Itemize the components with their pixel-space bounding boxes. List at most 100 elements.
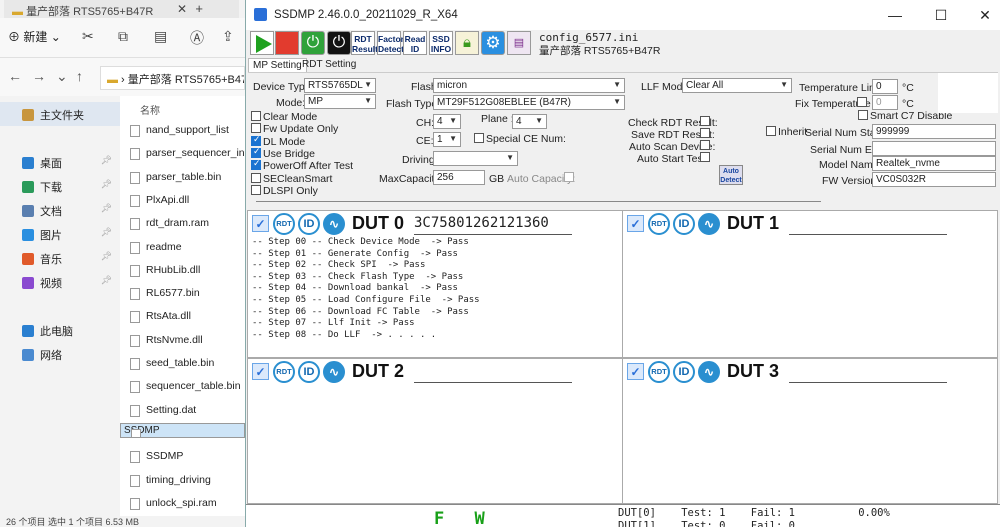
model-name-input[interactable]: Realtek_nvme	[872, 156, 996, 171]
chevron-down-icon[interactable]: ⌄	[56, 68, 68, 85]
fw-version-input[interactable]: VC0S032R	[872, 172, 996, 187]
inherit-checkbox[interactable]: Inherit	[766, 126, 807, 138]
special-ce-checkbox[interactable]: Special CE Num:	[474, 133, 566, 145]
id-icon[interactable]: ID	[298, 213, 320, 235]
file-row[interactable]: PlxApi.dll	[120, 190, 245, 213]
option-checkbox-5[interactable]: SECleanSmart	[251, 172, 332, 185]
id-icon[interactable]: ID	[298, 361, 320, 383]
llf-mode-select[interactable]: Clear All ▼	[682, 78, 792, 93]
waveform-icon[interactable]: ∿	[698, 213, 720, 235]
share-icon[interactable]: ⇪	[222, 28, 234, 45]
forward-arrow-icon[interactable]: →	[32, 68, 46, 84]
device-type-select[interactable]: RTS5765DL ▼	[304, 78, 376, 93]
waveform-icon[interactable]: ∿	[698, 361, 720, 383]
id-icon[interactable]: ID	[673, 361, 695, 383]
file-row[interactable]: SSDMP	[120, 422, 245, 438]
id-icon[interactable]: ID	[673, 213, 695, 235]
file-row[interactable]: nand_support_list	[120, 120, 245, 143]
file-row[interactable]: RHubLib.dll	[120, 260, 245, 283]
checkbox-icon[interactable]: ✓	[627, 215, 644, 232]
nav-item-5[interactable]: 音乐 📌︎	[0, 246, 120, 270]
temperature-limit-input[interactable]: 0	[872, 79, 898, 94]
serial-start-input[interactable]: 999999	[872, 124, 996, 139]
nav-item-7[interactable]: 此电脑	[0, 318, 120, 342]
fix-temperature-input[interactable]: 0	[872, 95, 898, 110]
paste-icon[interactable]: ▤	[154, 28, 167, 45]
max-capacity-input[interactable]: 256	[433, 170, 485, 185]
ch-select[interactable]: 4 ▼	[433, 114, 461, 129]
minimize-button[interactable]: —	[881, 5, 909, 25]
option-checkbox-3[interactable]: Use Bridge	[251, 146, 315, 160]
waveform-icon[interactable]: ∿	[323, 361, 345, 383]
check-rdt-checkbox[interactable]	[700, 116, 712, 128]
save-rdt-checkbox[interactable]	[700, 128, 712, 140]
ce-select[interactable]: 1 ▼	[433, 132, 461, 147]
address-input[interactable]: ▬ › 量产部落 RTS5765+B47R	[100, 66, 245, 90]
file-row[interactable]: RtsAta.dll	[120, 306, 245, 329]
bin-file-icon[interactable]: ▤	[507, 31, 531, 55]
explorer-tab[interactable]: ▬ 量产部落 RTS5765+B47R ✕ +	[4, 0, 239, 18]
option-checkbox-6[interactable]: DLSPI Only	[251, 184, 318, 197]
power-off-icon[interactable]: ⏻	[327, 31, 351, 55]
checkbox-icon[interactable]: ✓	[252, 215, 269, 232]
nav-item-3[interactable]: 文档 📌︎	[0, 198, 120, 222]
rdt-icon[interactable]: RDT	[273, 213, 295, 235]
start-button[interactable]	[250, 31, 274, 55]
power-on-icon[interactable]: ⏻	[301, 31, 325, 55]
option-checkbox-1[interactable]: Fw Update Only	[251, 123, 338, 135]
file-row[interactable]: RL6577.bin	[120, 283, 245, 306]
nav-item-0[interactable]: 主文件夹	[0, 102, 120, 126]
option-checkbox-4[interactable]: PowerOff After Test	[251, 158, 353, 172]
nav-item-1[interactable]: 桌面 📌︎	[0, 150, 120, 174]
rename-icon[interactable]: Ⓐ	[190, 28, 204, 48]
gear-icon[interactable]: ⚙	[481, 31, 505, 55]
new-button[interactable]: ⊕ 新建 ⌄	[8, 28, 61, 45]
nav-item-8[interactable]: 网络	[0, 342, 120, 366]
close-icon[interactable]: ✕	[177, 2, 187, 16]
auto-scan-checkbox[interactable]	[700, 140, 712, 152]
file-row[interactable]: timing_driving	[120, 470, 245, 493]
close-button[interactable]: ✕	[971, 5, 999, 25]
auto-detect-button[interactable]: Auto Detect	[719, 165, 743, 185]
file-row[interactable]: sequencer_table.bin	[120, 376, 245, 399]
waveform-icon[interactable]: ∿	[323, 213, 345, 235]
back-arrow-icon[interactable]: ←	[8, 68, 22, 84]
auto-start-checkbox[interactable]	[700, 152, 712, 164]
file-row[interactable]: seed_table.bin	[120, 353, 245, 376]
file-row[interactable]: readme	[120, 237, 245, 260]
mode-select[interactable]: MP ▼	[304, 94, 376, 109]
nav-item-6[interactable]: 视频 📌︎	[0, 270, 120, 294]
factory-detect-button[interactable]: Factory Detect	[377, 31, 409, 55]
fix-temperature-checkbox[interactable]	[857, 97, 869, 109]
file-row[interactable]: parser_table.bin	[120, 167, 245, 190]
plane-select[interactable]: 4 ▼	[512, 114, 547, 129]
driving-select[interactable]: ▼	[433, 151, 518, 166]
read-id-button[interactable]: Read ID	[403, 31, 427, 55]
auto-capacity-checkbox[interactable]	[564, 172, 576, 184]
checkbox-icon[interactable]: ✓	[627, 363, 644, 380]
lock-icon[interactable]: 🔒︎	[455, 31, 479, 55]
rdt-icon[interactable]: RDT	[648, 213, 670, 235]
file-row[interactable]: RtsNvme.dll	[120, 330, 245, 353]
rdt-result-button[interactable]: RDT Result	[351, 31, 378, 55]
file-row[interactable]: Setting.dat	[120, 400, 245, 423]
file-row[interactable]: parser_sequencer_inde	[120, 143, 245, 166]
tab-rdt-setting[interactable]: RDT Setting	[298, 58, 360, 71]
file-row[interactable]: SSDMP	[120, 446, 245, 469]
column-header-name[interactable]: 名称	[140, 102, 160, 117]
serial-end-input[interactable]	[872, 141, 996, 156]
maximize-button[interactable]: ☐	[927, 5, 955, 25]
nav-item-4[interactable]: 图片 📌︎	[0, 222, 120, 246]
plus-icon[interactable]: +	[195, 1, 203, 16]
file-row[interactable]: rdt_dram.ram	[120, 213, 245, 236]
stop-button[interactable]	[275, 31, 299, 55]
checkbox-icon[interactable]: ✓	[252, 363, 269, 380]
flash-select[interactable]: micron ▼	[433, 78, 625, 93]
flash-type-select[interactable]: MT29F512G08EBLEE (B47R) ▼	[433, 95, 625, 110]
title-bar[interactable]: SSDMP 2.46.0.0_20211029_R_X64 — ☐ ✕	[246, 0, 1000, 30]
option-checkbox-0[interactable]: Clear Mode	[251, 111, 317, 123]
copy-icon[interactable]: ⧉	[118, 28, 128, 45]
file-row[interactable]: unlock_spi.ram	[120, 493, 245, 516]
nav-item-2[interactable]: 下载 📌︎	[0, 174, 120, 198]
scissors-icon[interactable]: ✂	[82, 28, 94, 45]
